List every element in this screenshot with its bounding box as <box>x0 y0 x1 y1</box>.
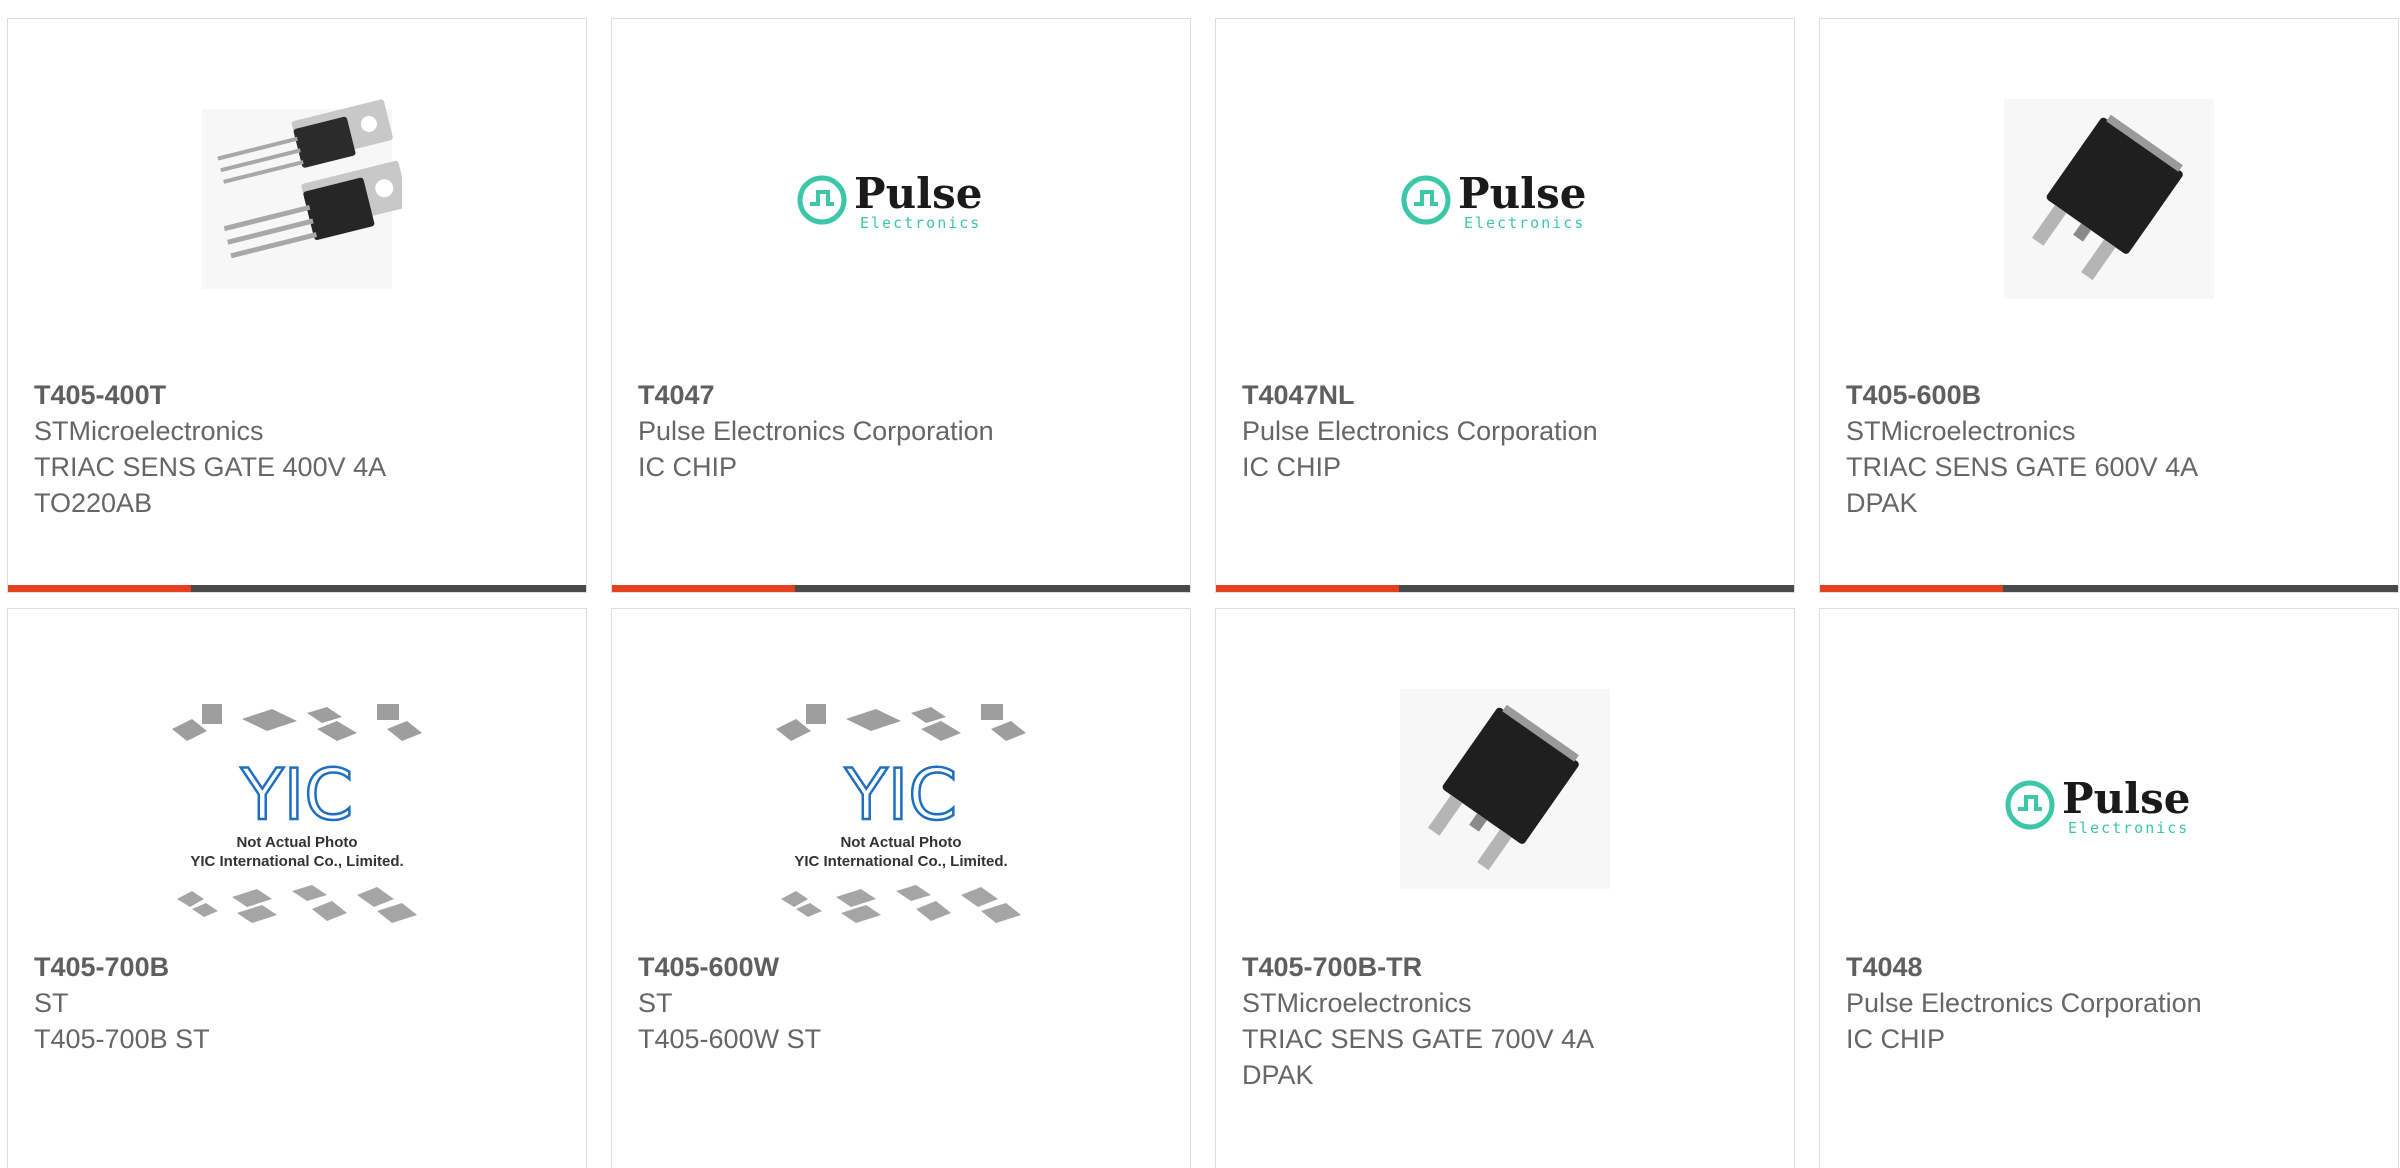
part-number[interactable]: T405-700B-TR <box>1242 949 1772 985</box>
manufacturer: ST <box>638 988 673 1018</box>
card-bottom-bar <box>612 585 1190 592</box>
product-card[interactable]: YIC Not Actual Photo YIC International C… <box>7 608 587 1168</box>
product-card[interactable]: YIC Not Actual Photo YIC International C… <box>611 608 1191 1168</box>
pulse-wordmark: Pulse <box>1458 169 1586 218</box>
yic-caption-1: Not Actual Photo <box>236 834 357 851</box>
pulse-subtitle: Electronics <box>2068 819 2189 837</box>
product-image: Pulse Electronics <box>1216 79 1794 319</box>
card-accent-bar <box>612 585 795 592</box>
pulse-logo: Pulse Electronics <box>2005 774 2190 837</box>
description-line: T405-700B ST <box>34 1024 210 1054</box>
dpak-package-icon <box>1400 689 1610 889</box>
part-number[interactable]: T405-600W <box>638 949 1168 985</box>
card-bottom-bar <box>8 585 586 592</box>
part-number[interactable]: T405-600B <box>1846 377 2376 413</box>
card-bottom-bar <box>1820 585 2398 592</box>
card-accent-bar <box>8 585 191 592</box>
description-line: TRIAC SENS GATE 600V 4A <box>1846 452 2199 482</box>
product-card[interactable]: Pulse Electronics T4047 Pulse Electronic… <box>611 18 1191 593</box>
description-line: DPAK <box>1242 1060 1314 1090</box>
product-image <box>1820 79 2398 319</box>
manufacturer: Pulse Electronics Corporation <box>1242 416 1598 446</box>
description-line: TRIAC SENS GATE 700V 4A <box>1242 1024 1595 1054</box>
product-image: YIC Not Actual Photo YIC International C… <box>8 699 586 939</box>
manufacturer: STMicroelectronics <box>1846 416 2076 446</box>
product-card[interactable]: Pulse Electronics T4048 Pulse Electronic… <box>1819 608 2399 1168</box>
card-accent-bar <box>1216 585 1399 592</box>
yic-mark: YIC <box>240 754 353 836</box>
pulse-logo: Pulse Electronics <box>1401 169 1586 232</box>
manufacturer: Pulse Electronics Corporation <box>1846 988 2202 1018</box>
product-card[interactable]: T405-700B-TR STMicroelectronics TRIAC SE… <box>1215 608 1795 1168</box>
pulse-wordmark: Pulse <box>854 169 982 218</box>
description-line: DPAK <box>1846 488 1918 518</box>
yic-caption-2: YIC International Co., Limited. <box>794 853 1007 870</box>
product-image: Pulse Electronics <box>1820 729 2398 879</box>
product-card[interactable]: Pulse Electronics T4047NL Pulse Electron… <box>1215 18 1795 593</box>
description-line: IC CHIP <box>638 452 738 482</box>
dpak-package-icon <box>2004 99 2214 299</box>
description-line: T405-600W ST <box>638 1024 822 1054</box>
product-card[interactable]: T405-400T STMicroelectronics TRIAC SENS … <box>7 18 587 593</box>
description-line: IC CHIP <box>1846 1024 1946 1054</box>
product-image: Pulse Electronics <box>612 79 1190 319</box>
yic-placeholder-image: YIC Not Actual Photo YIC International C… <box>776 704 1026 923</box>
description-line: TO220AB <box>34 488 153 518</box>
yic-mark: YIC <box>844 754 957 836</box>
yic-caption-2: YIC International Co., Limited. <box>190 853 403 870</box>
manufacturer: ST <box>34 988 69 1018</box>
to220-package-icon <box>202 99 402 289</box>
part-number[interactable]: T4047NL <box>1242 377 1772 413</box>
manufacturer: STMicroelectronics <box>1242 988 1472 1018</box>
part-number[interactable]: T405-700B <box>34 949 564 985</box>
manufacturer: Pulse Electronics Corporation <box>638 416 994 446</box>
part-number[interactable]: T4047 <box>638 377 1168 413</box>
part-number[interactable]: T405-400T <box>34 377 564 413</box>
pulse-wordmark: Pulse <box>2062 774 2190 823</box>
product-card[interactable]: T405-600B STMicroelectronics TRIAC SENS … <box>1819 18 2399 593</box>
part-number[interactable]: T4048 <box>1846 949 2376 985</box>
product-image: YIC Not Actual Photo YIC International C… <box>612 699 1190 939</box>
manufacturer: STMicroelectronics <box>34 416 264 446</box>
yic-caption-1: Not Actual Photo <box>840 834 961 851</box>
yic-placeholder-image: YIC Not Actual Photo YIC International C… <box>172 704 422 923</box>
product-grid: T405-400T STMicroelectronics TRIAC SENS … <box>0 0 2400 1168</box>
card-accent-bar <box>1820 585 2003 592</box>
pulse-subtitle: Electronics <box>1464 214 1585 232</box>
pulse-logo: Pulse Electronics <box>797 169 982 232</box>
description-line: TRIAC SENS GATE 400V 4A <box>34 452 387 482</box>
card-bottom-bar <box>1216 585 1794 592</box>
product-image <box>8 79 586 319</box>
description-line: IC CHIP <box>1242 452 1342 482</box>
product-image <box>1216 679 1794 899</box>
pulse-subtitle: Electronics <box>860 214 981 232</box>
